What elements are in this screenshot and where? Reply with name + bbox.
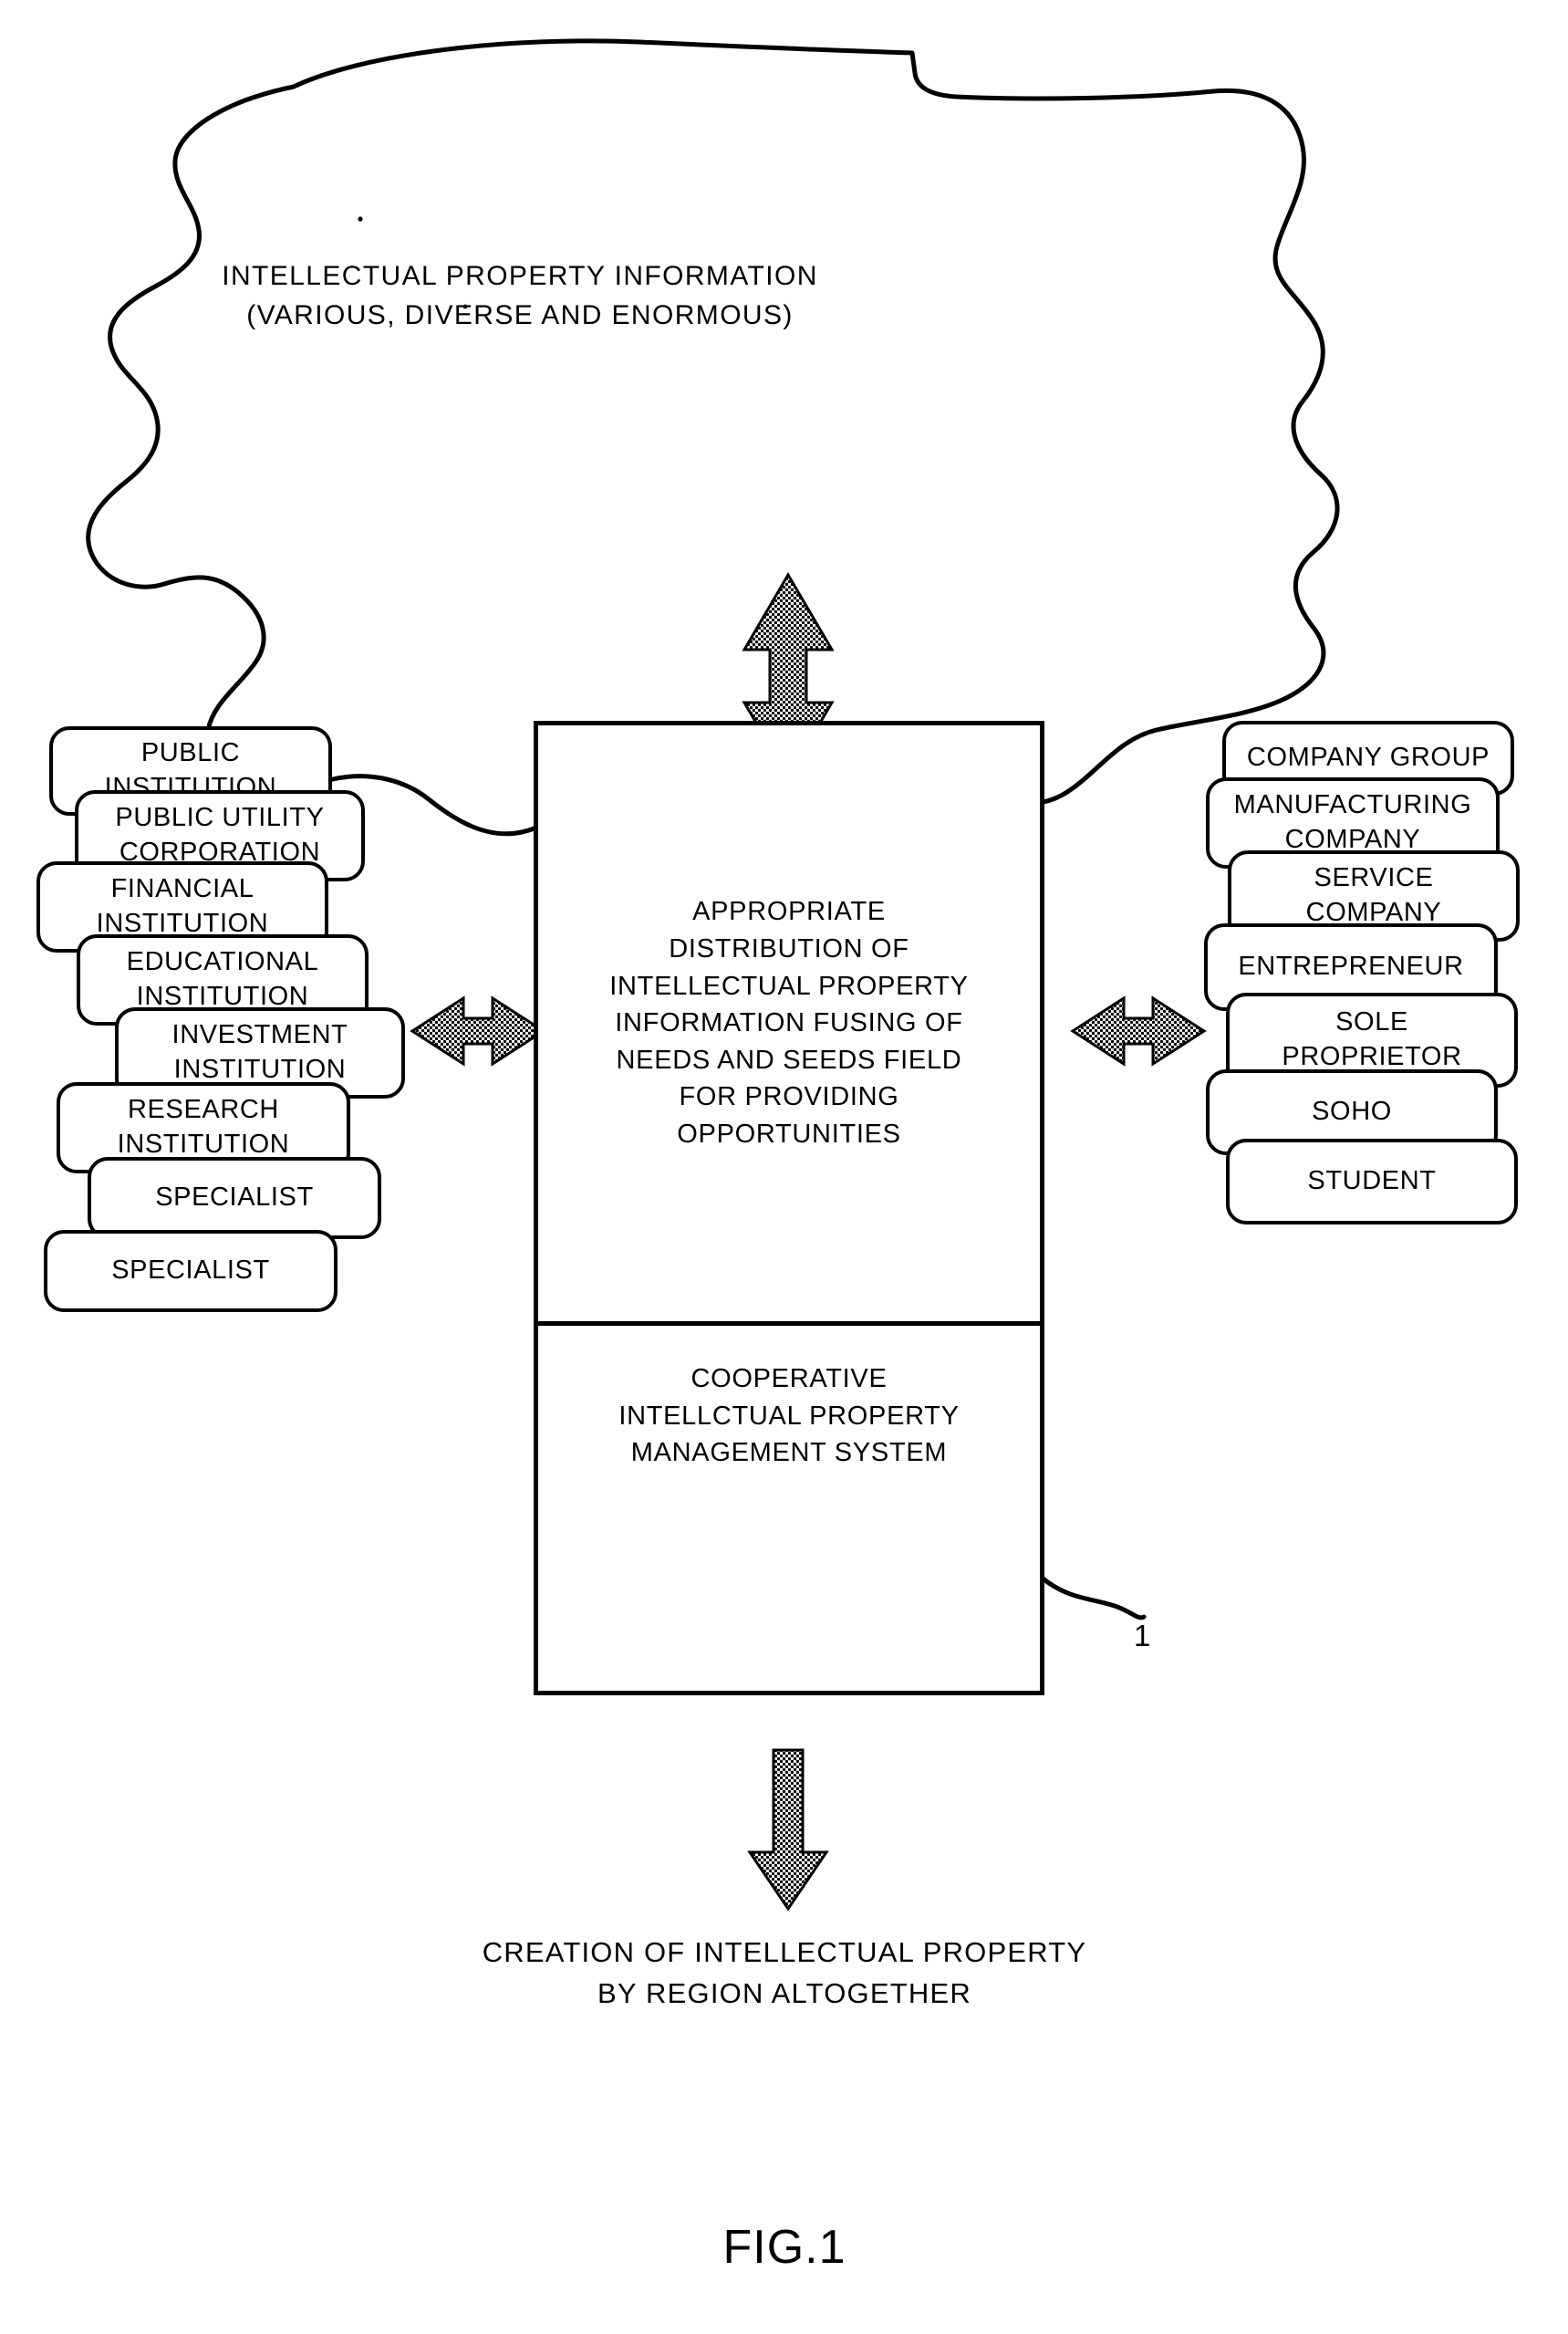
scan-speck [358,216,363,222]
left-entity-label: SPECIALIST [155,1183,314,1213]
right-entity-label: SERVICE COMPANY [1305,863,1442,927]
patent-figure-1: INTELLECTUAL PROPERTY INFORMATION (VARIO… [0,0,1568,2334]
right-entity-label: MANUFACTURING COMPANY [1233,790,1472,854]
left-entity-label: EDUCATIONAL INSTITUTION [126,947,319,1011]
arrow-left-entities-to-system [410,995,546,1067]
right-entity-label: ENTREPRENEUR [1238,952,1464,982]
left-entity-label: RESEARCH INSTITUTION [117,1095,290,1159]
left-entity-label: PUBLIC UTILITY CORPORATION [115,803,325,867]
left-entity-specialist-2[interactable]: SPECIALIST [44,1230,337,1312]
system-purpose-text: APPROPRIATE DISTRIBUTION OF INTELLECTUAL… [609,897,969,1149]
cloud-outline [86,38,1340,837]
cooperative-ip-management-system-box[interactable]: APPROPRIATE DISTRIBUTION OF INTELLECTUAL… [534,721,1044,1695]
left-entity-label: FINANCIAL INSTITUTION [96,874,269,938]
left-entity-label: INVESTMENT INSTITUTION [171,1020,348,1084]
outcome-caption: CREATION OF INTELLECTUAL PROPERTY BY REG… [482,1936,1087,2009]
left-entity-label: SPECIALIST [111,1256,270,1286]
reference-numeral-1: 1 [1134,1619,1151,1652]
system-purpose-section: APPROPRIATE DISTRIBUTION OF INTELLECTUAL… [538,725,1040,1326]
right-entity-label: STUDENT [1307,1166,1437,1196]
cloud-label: INTELLECTUAL PROPERTY INFORMATION (VARIO… [222,261,818,330]
left-entity-specialist-1[interactable]: SPECIALIST [88,1157,381,1239]
right-entity-label: SOHO [1312,1097,1392,1127]
leader-line-1 [1038,1574,1147,1620]
figure-label: FIG.1 [722,2221,846,2274]
right-entity-label: SOLE PROPRIETOR [1282,1007,1462,1071]
system-name-text: COOPERATIVE INTELLCTUAL PROPERTY MANAGEM… [618,1364,960,1468]
right-entity-student[interactable]: STUDENT [1226,1139,1518,1224]
arrow-right-entities-to-system [1070,995,1207,1067]
right-entity-label: COMPANY GROUP [1246,743,1490,773]
system-name-section: COOPERATIVE INTELLCTUAL PROPERTY MANAGEM… [538,1326,1040,1691]
arrow-system-to-creation [747,1748,829,1912]
